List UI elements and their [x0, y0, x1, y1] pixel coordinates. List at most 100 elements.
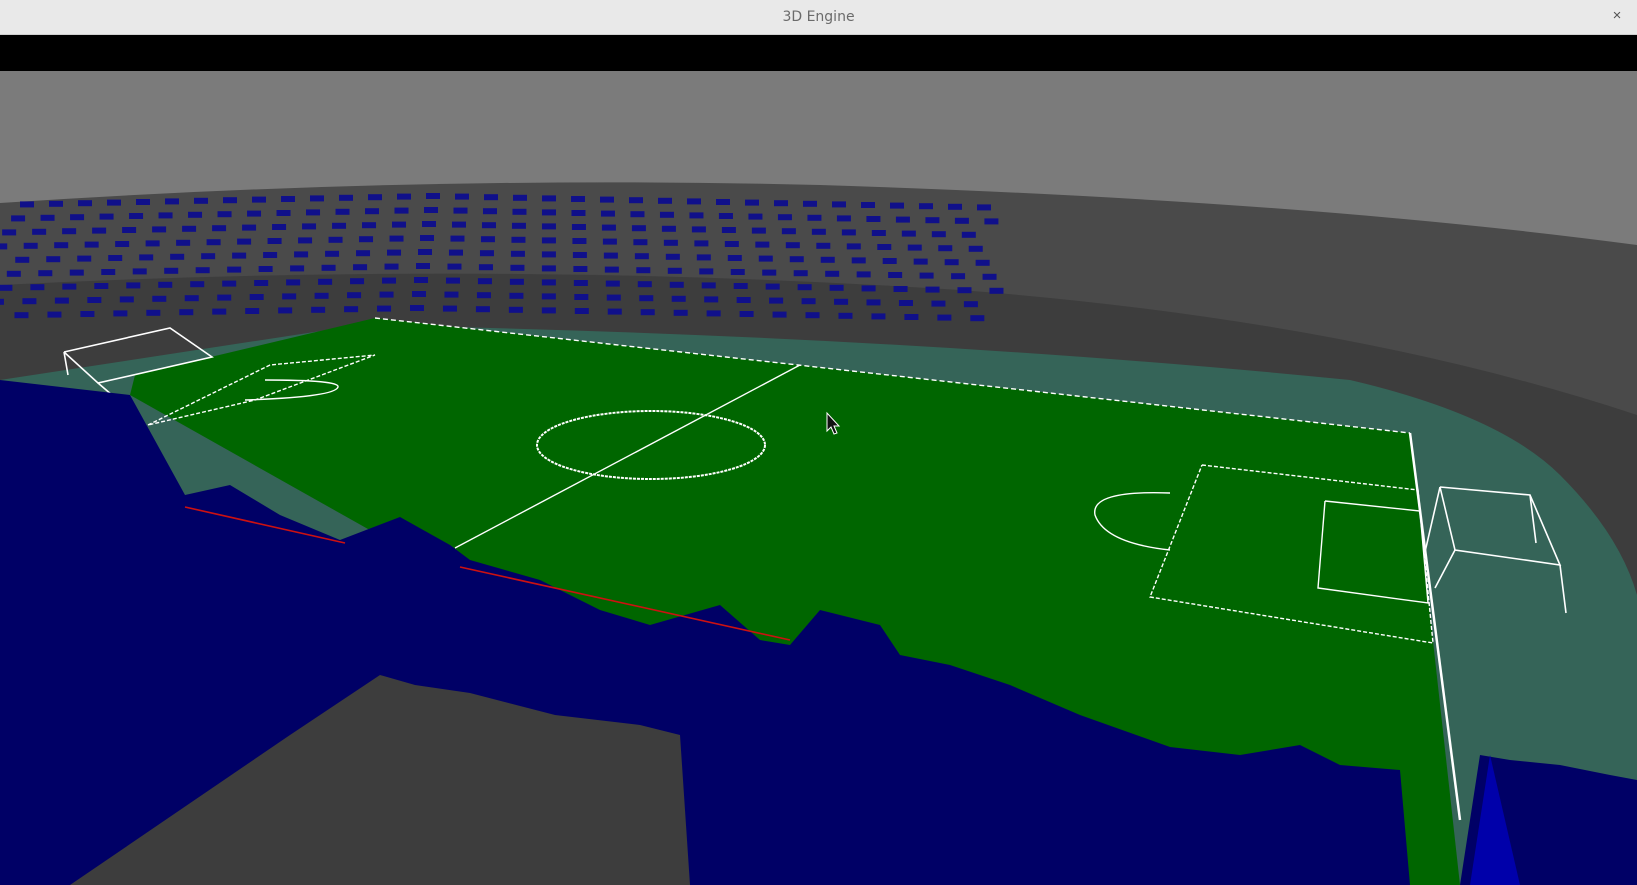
stadium-seat [237, 238, 252, 245]
stadium-seat [15, 256, 30, 263]
stadium-seat [107, 199, 121, 206]
stadium-seat [379, 291, 394, 298]
stadium-seat [139, 254, 154, 261]
stadium-seat [119, 296, 134, 303]
stadium-seat [310, 195, 324, 202]
stadium-seat [634, 253, 649, 260]
stadium-seat [0, 284, 13, 291]
stadium-seat [306, 209, 321, 216]
stadium-seat [511, 236, 526, 243]
stadium-seat [793, 270, 808, 277]
stadium-seat [258, 266, 273, 272]
stadium-seat [190, 281, 205, 288]
stadium-seat [389, 235, 404, 242]
stadium-seat [206, 239, 221, 246]
stadium-seat [242, 224, 257, 231]
stadium-seat [69, 269, 84, 276]
stadium-seat [777, 214, 792, 221]
stadium-seat [861, 202, 875, 208]
stadium-seat [919, 272, 934, 279]
stadium-seat [92, 227, 107, 234]
stadium-seat [801, 298, 816, 305]
stadium-seat [281, 196, 295, 202]
stadium-seat [30, 284, 45, 291]
stadium-seat [673, 309, 688, 316]
stadium-seat [484, 194, 498, 201]
stadium-seat [706, 310, 721, 317]
stadium-seat [571, 224, 586, 230]
stadium-seat [631, 225, 646, 232]
stadium-seat [195, 267, 210, 274]
stadium-seat [397, 193, 411, 200]
stadium-seat [811, 228, 826, 235]
stadium-seat [774, 200, 788, 207]
stadium-seat [758, 255, 773, 262]
stadium-seat [574, 294, 589, 300]
stadium-seat [748, 213, 763, 220]
stadium-seat [925, 286, 940, 293]
stadium-seat [893, 286, 908, 292]
stadium-seat [877, 244, 892, 250]
stadium-seat [699, 268, 714, 275]
stadium-seat [158, 281, 173, 288]
stadium-seat [70, 214, 85, 221]
stadium-seat [931, 300, 946, 307]
stadium-seat [328, 236, 343, 243]
stadium-seat [975, 259, 990, 266]
stadium-seat [769, 297, 784, 304]
stadium-seat [765, 283, 780, 290]
stadium-seat [727, 255, 742, 261]
stadium-seat [426, 193, 440, 199]
stadium-seat [977, 204, 991, 211]
stadium-seat [249, 294, 264, 300]
stadium-seat [629, 197, 643, 204]
stadium-seat [937, 314, 952, 321]
stadium-seat [829, 284, 844, 291]
stadium-seat [99, 213, 114, 220]
stadium-seat [716, 199, 730, 205]
stadium-seat [669, 281, 684, 288]
window-titlebar[interactable]: 3D Engine × [0, 0, 1637, 35]
stadium-seat [816, 242, 831, 249]
stadium-seat [605, 280, 620, 287]
stadium-seat [414, 277, 428, 283]
stadium-seat [951, 273, 966, 280]
stadium-seat [481, 222, 496, 229]
stadium-seat [512, 208, 527, 215]
close-icon[interactable]: × [1607, 6, 1627, 26]
stadium-seat [212, 308, 227, 315]
stadium-seat [62, 283, 77, 290]
stadium-seat [158, 212, 173, 219]
scene-canvas[interactable] [0, 35, 1637, 885]
stadium-seat [332, 222, 347, 229]
stadium-seat [447, 263, 462, 270]
stadium-seat [101, 269, 116, 275]
stadium-seat [663, 239, 678, 246]
stadium-seat [919, 203, 933, 210]
stadium-seat [948, 203, 962, 210]
stadium-seat [0, 243, 8, 250]
stadium-seat [384, 263, 399, 270]
stadium-seat [630, 211, 645, 218]
stadium-seat [661, 225, 676, 232]
stadium-seat [541, 209, 556, 216]
stadium-seat [359, 236, 374, 243]
stadium-seat [11, 215, 26, 222]
stadium-seat [84, 241, 99, 248]
window-title: 3D Engine [782, 9, 855, 25]
stadium-seat [696, 254, 711, 261]
stadium-seat [898, 300, 913, 306]
stadium-seat [542, 195, 556, 202]
stadium-seat [176, 239, 191, 246]
render-viewport[interactable] [0, 35, 1637, 885]
stadium-seat [541, 265, 556, 272]
stadium-seat [276, 210, 291, 216]
stadium-seat [961, 231, 976, 238]
stadium-seat [882, 258, 897, 264]
stadium-seat [418, 249, 432, 255]
stadium-seat [188, 211, 203, 218]
stadium-seat [982, 273, 997, 280]
stadium-seat [132, 268, 147, 275]
stadium-seat [49, 200, 63, 207]
stadium-seat [392, 221, 407, 228]
